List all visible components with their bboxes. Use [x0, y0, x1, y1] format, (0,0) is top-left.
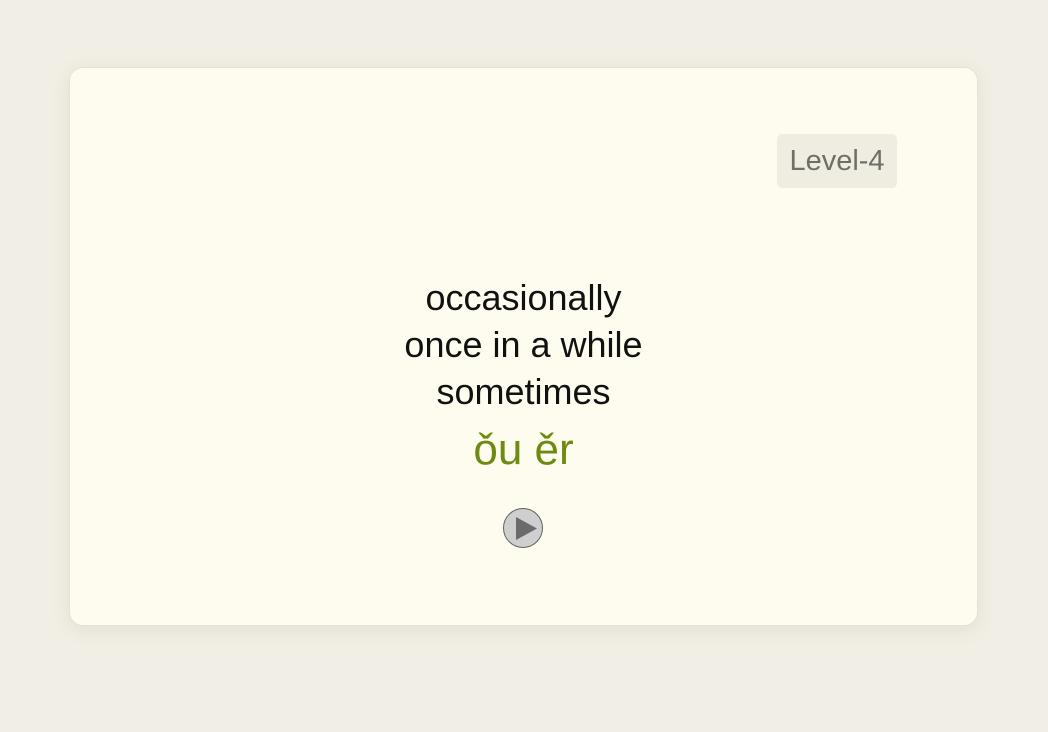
level-badge: Level-4 [777, 134, 897, 188]
flashcard: Level-4 occasionally once in a while som… [69, 67, 978, 626]
meaning-item: sometimes [436, 371, 611, 412]
play-icon [516, 517, 537, 540]
meaning-item: occasionally [425, 277, 622, 318]
meaning-list: occasionally once in a while sometimes [70, 274, 977, 415]
pinyin-text: ǒu ěr [473, 425, 574, 474]
play-audio-button[interactable] [503, 508, 543, 548]
meaning-item: once in a while [404, 324, 643, 365]
